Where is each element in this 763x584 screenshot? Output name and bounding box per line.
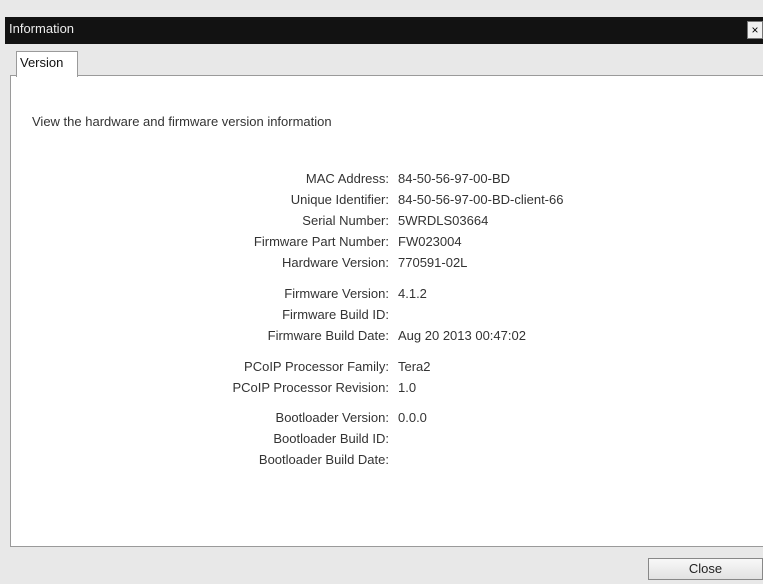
info-value: Aug 20 2013 00:47:02 [398, 328, 526, 343]
tab-strip: Version [5, 44, 763, 77]
info-label: Hardware Version: [282, 255, 389, 270]
info-label: Bootloader Version: [275, 410, 389, 425]
info-value: 770591-02L [398, 255, 468, 270]
info-value: 0.0.0 [398, 410, 427, 425]
info-value: 4.1.2 [398, 286, 427, 301]
window-titlebar [5, 17, 763, 44]
info-label: Firmware Part Number: [253, 234, 389, 249]
intro-text: View the hardware and firmware version i… [32, 114, 332, 129]
info-value: 84-50-56-97-00-BD-client-66 [398, 192, 564, 207]
info-label: PCoIP Processor Revision: [232, 380, 389, 395]
info-label: Firmware Build ID: [282, 307, 389, 322]
info-row-bootloader-build-date: Bootloader Build Date: [0, 452, 763, 472]
info-label: MAC Address: [305, 171, 389, 186]
info-label: Bootloader Build ID: [273, 431, 389, 446]
info-value: FW023004 [398, 234, 462, 249]
info-row-bootloader-version: Bootloader Version: 0.0.0 [0, 410, 763, 430]
info-value: Tera2 [398, 359, 431, 374]
info-row-firmware-part-number: Firmware Part Number: FW023004 [0, 234, 763, 254]
info-row-firmware-build-date: Firmware Build Date: Aug 20 2013 00:47:0… [0, 328, 763, 348]
info-value: 5WRDLS03664 [398, 213, 489, 228]
info-row-pcoip-processor-family: PCoIP Processor Family: Tera2 [0, 359, 763, 379]
info-label: Bootloader Build Date: [258, 452, 389, 467]
window-title: Information [9, 21, 75, 36]
info-label: Firmware Version: [284, 286, 389, 301]
info-row-hardware-version: Hardware Version: 770591-02L [0, 255, 763, 275]
info-row-mac-address: MAC Address: 84-50-56-97-00-BD [0, 171, 763, 191]
info-row-pcoip-processor-revision: PCoIP Processor Revision: 1.0 [0, 380, 763, 400]
info-label: PCoIP Processor Family: [244, 359, 389, 374]
info-row-firmware-build-id: Firmware Build ID: [0, 307, 763, 327]
close-button[interactable]: Close [648, 558, 763, 580]
info-value: 84-50-56-97-00-BD [398, 171, 511, 186]
info-row-bootloader-build-id: Bootloader Build ID: [0, 431, 763, 451]
info-label: Serial Number: [302, 213, 389, 228]
info-row-serial-number: Serial Number: 5WRDLS03664 [0, 213, 763, 233]
info-row-unique-identifier: Unique Identifier: 84-50-56-97-00-BD-cli… [0, 192, 763, 212]
info-row-firmware-version: Firmware Version: 4.1.2 [0, 286, 763, 306]
close-icon[interactable]: × [747, 21, 763, 39]
info-label: Unique Identifier: [290, 192, 389, 207]
info-label: Firmware Build Date: [267, 328, 389, 343]
tab-version[interactable]: Version [16, 51, 78, 77]
window-titlebar-area: Information × [0, 0, 763, 44]
info-value: 1.0 [398, 380, 417, 395]
